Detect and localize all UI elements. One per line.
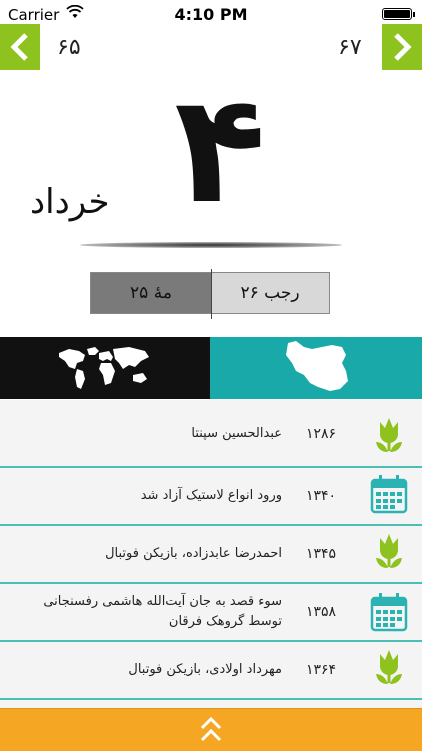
hijri-date: ۲۶ رجب [211,273,329,313]
event-scope-tabs [0,337,422,399]
flower-icon [376,650,402,684]
next-day-button[interactable] [382,24,422,70]
expand-list-bar[interactable] [0,708,422,751]
flower-icon [376,534,402,568]
previous-day-button[interactable] [0,24,40,70]
double-chevron-up-icon [200,716,222,742]
battery-icon [382,8,415,20]
event-year: ۱۳۶۴ [306,662,337,678]
list-item[interactable]: ورود انواع لاستیک آزاد شد ۱۳۴۰ [0,468,422,526]
divider-shadow [80,242,342,248]
calendar-icon [370,593,408,632]
previous-day-number: ۶۵ [57,35,81,60]
event-text: عبدالحسین سپنتا [191,426,282,441]
iran-map-icon [286,341,348,391]
event-year: ۱۲۸۶ [306,426,337,442]
month-name: خرداد [30,182,110,222]
status-bar: Carrier 4:10 PM [0,0,422,28]
clock: 4:10 PM [174,5,248,24]
date-conversion-box: ۲۵ مهٔ ۲۶ رجب [90,269,330,319]
chevron-right-icon [394,33,412,61]
event-text: ورود انواع لاستیک آزاد شد [140,488,282,503]
date-divider [211,269,212,319]
next-day-number: ۶۷ [338,35,362,60]
event-year: ۱۳۵۸ [306,604,337,620]
event-text: سوء قصد به جان آیت‌الله هاشمی رفسنجانی ت… [43,594,282,629]
event-text: احمدرضا عابدزاده، بازیکن فوتبال [105,546,282,561]
calendar-icon [370,475,408,514]
world-map-icon [59,347,149,389]
list-item[interactable]: احمدرضا عابدزاده، بازیکن فوتبال ۱۳۴۵ [0,526,422,584]
flower-icon [376,418,402,452]
tab-world[interactable] [0,337,210,399]
list-item[interactable]: مهرداد اولادی، بازیکن فوتبال ۱۳۶۴ [0,642,422,700]
event-year: ۱۳۴۵ [306,546,337,562]
gregorian-date: ۲۵ مهٔ [91,273,211,313]
day-number: ۴ [174,63,266,237]
event-text: مهرداد اولادی، بازیکن فوتبال [128,662,282,677]
list-item[interactable]: عبدالحسین سپنتا ۱۲۸۶ [0,400,422,468]
chevron-left-icon [10,33,28,61]
tab-iran[interactable] [210,337,422,399]
list-item[interactable]: سوء قصد به جان آیت‌الله هاشمی رفسنجانی ت… [0,584,422,642]
events-list[interactable]: عبدالحسین سپنتا ۱۲۸۶ ورود انواع لاستیک آ… [0,400,422,710]
event-year: ۱۳۴۰ [306,488,337,504]
